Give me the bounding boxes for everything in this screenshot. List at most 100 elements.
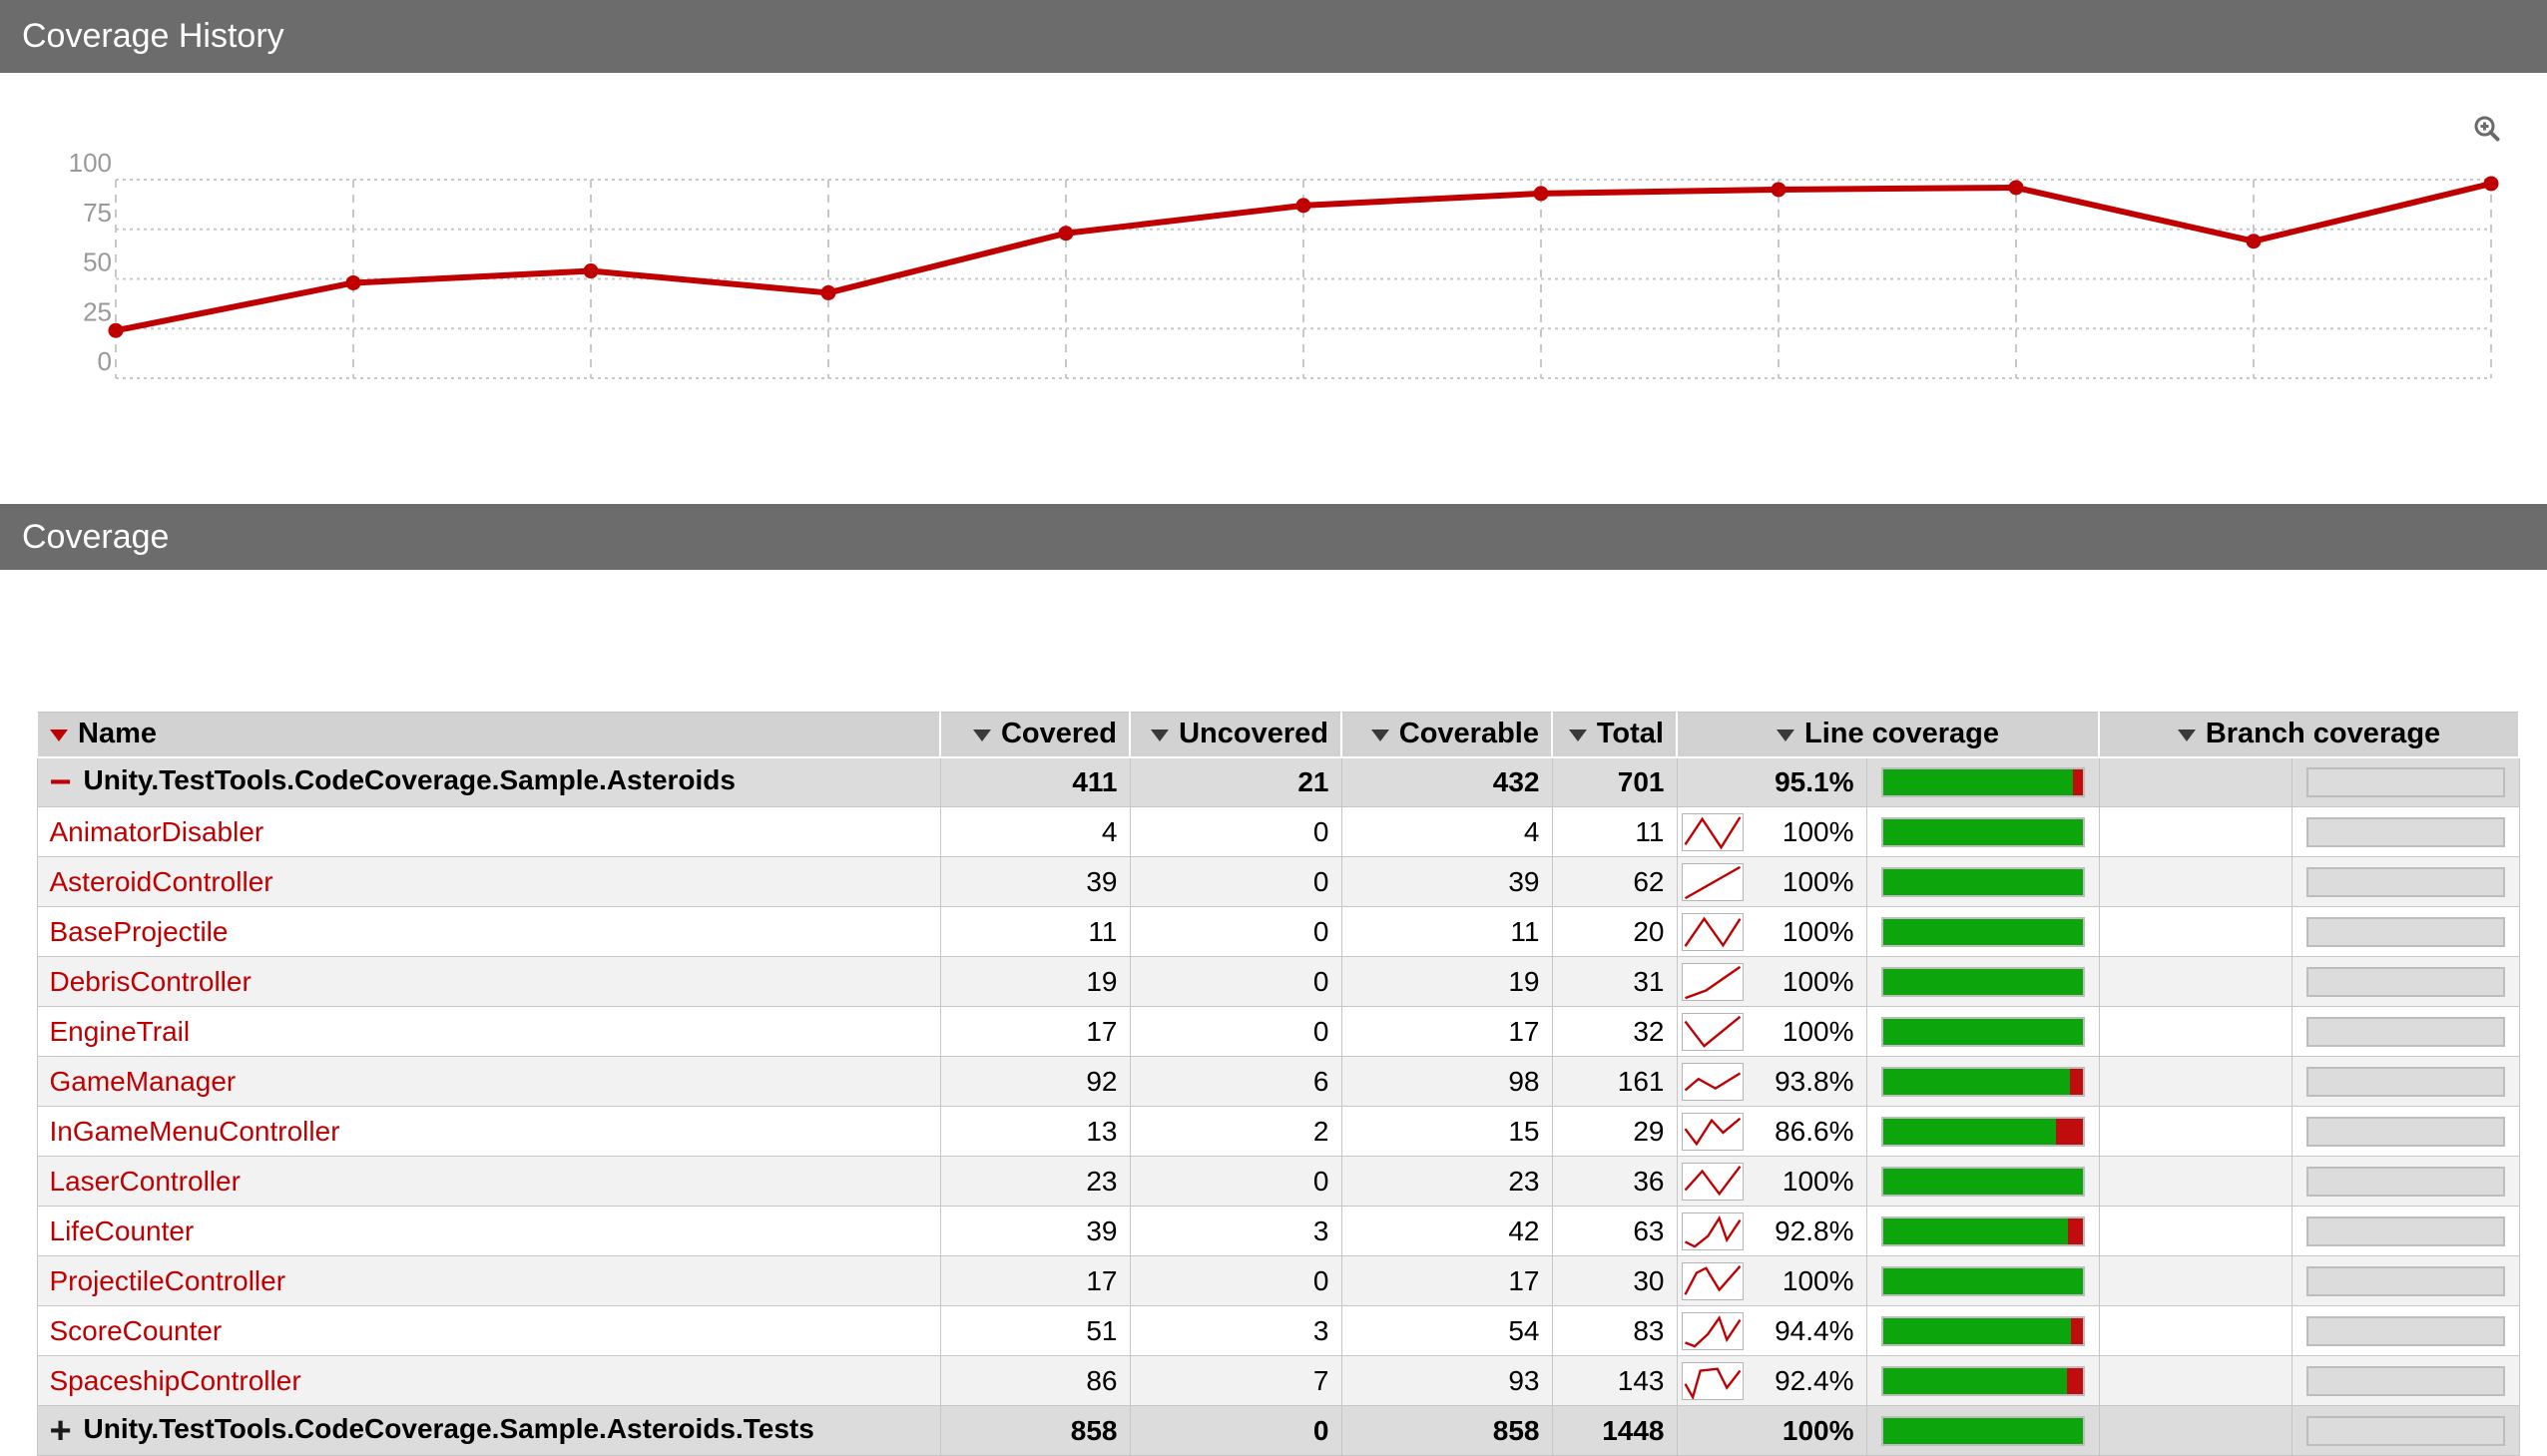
class-link[interactable]: ScoreCounter <box>50 1315 223 1346</box>
column-header-branch-coverage[interactable]: Branch coverage <box>2098 712 2520 758</box>
cell-coverable: 15 <box>1340 1106 1553 1157</box>
sort-down-icon[interactable] <box>1776 728 1794 741</box>
data-point <box>108 322 124 338</box>
cell-line-coverage-bar <box>1865 1156 2100 1207</box>
class-link[interactable]: AsteroidController <box>50 866 273 897</box>
branch-coverage-bar-empty <box>2305 1215 2505 1246</box>
assembly-name: Unity.TestTools.CodeCoverage.Sample.Aste… <box>83 764 736 796</box>
line-coverage-percent: 100% <box>1782 1015 1854 1047</box>
cell-line-coverage-bar <box>1865 806 2100 857</box>
sort-down-icon[interactable] <box>2177 728 2196 741</box>
column-header-covered[interactable]: Covered <box>939 712 1131 758</box>
cell-branch-coverage-bar <box>2291 906 2520 957</box>
y-axis-tick-label: 50 <box>83 247 112 277</box>
covered-segment <box>1882 1217 2069 1244</box>
class-link[interactable]: BaseProjectile <box>50 916 229 947</box>
covered-segment <box>1882 1317 2072 1344</box>
cell-branch-coverage-percent <box>2098 1355 2292 1406</box>
cell-covered: 4 <box>939 806 1131 857</box>
column-header-uncovered[interactable]: Uncovered <box>1129 712 1342 758</box>
cell-name: BaseProjectile <box>36 906 941 957</box>
cell-coverable: 39 <box>1340 856 1553 907</box>
line-coverage-bar <box>1880 1365 2085 1396</box>
sort-down-icon[interactable] <box>1568 728 1587 741</box>
table-row: + Unity.TestTools.CodeCoverage.Sample.Ast… <box>36 1405 2520 1456</box>
column-header-coverable[interactable]: Coverable <box>1340 712 1553 758</box>
cell-uncovered: 0 <box>1129 1255 1342 1306</box>
branch-coverage-bar-empty <box>2305 1116 2505 1147</box>
expand-assembly-icon[interactable]: + <box>50 1412 84 1450</box>
class-link[interactable]: EngineTrail <box>50 1016 191 1047</box>
cell-branch-coverage-bar <box>2291 1206 2520 1256</box>
cell-total: 20 <box>1551 906 1678 957</box>
cell-coverable: 42 <box>1340 1206 1553 1256</box>
cell-uncovered: 3 <box>1129 1206 1342 1256</box>
class-link[interactable]: LifeCounter <box>50 1215 195 1246</box>
class-link[interactable]: InGameMenuController <box>50 1116 340 1147</box>
cell-branch-coverage-bar <box>2291 1255 2520 1306</box>
cell-line-coverage-percent: 86.6% <box>1676 1106 1867 1157</box>
history-sparkline-icon <box>1681 863 1744 901</box>
cell-total: 36 <box>1551 1156 1678 1207</box>
column-header-line-coverage[interactable]: Line coverage <box>1676 712 2100 758</box>
covered-segment <box>1882 1267 2083 1294</box>
sort-down-icon[interactable] <box>1370 728 1389 741</box>
branch-coverage-bar-empty <box>2305 1315 2505 1346</box>
class-link[interactable]: ProjectileController <box>50 1265 286 1296</box>
data-point <box>2246 234 2262 249</box>
sort-down-icon[interactable] <box>1151 728 1170 741</box>
sort-down-icon[interactable] <box>972 728 991 741</box>
covered-segment <box>1882 918 2083 945</box>
cell-name: InGameMenuController <box>36 1106 941 1157</box>
data-point <box>583 263 599 279</box>
line-coverage-bar <box>1880 1066 2085 1097</box>
covered-segment <box>1882 818 2083 845</box>
history-sparkline-icon <box>1681 1113 1744 1151</box>
covered-segment <box>1882 968 2083 995</box>
cell-total: 62 <box>1551 856 1678 907</box>
cell-line-coverage-percent: 100% <box>1676 1405 1867 1456</box>
class-link[interactable]: AnimatorDisabler <box>50 816 264 847</box>
history-sparkline-icon <box>1681 963 1744 1001</box>
class-link[interactable]: LaserController <box>50 1166 241 1197</box>
data-point <box>345 274 361 290</box>
line-coverage-bar <box>1880 1116 2085 1147</box>
branch-coverage-bar-empty <box>2305 916 2505 947</box>
table-row: BaseProjectile 11 0 11 20 100% <box>36 906 2520 957</box>
class-link[interactable]: DebrisController <box>50 966 252 997</box>
assembly-name: Unity.TestTools.CodeCoverage.Sample.Aste… <box>83 1413 814 1445</box>
y-axis-tick-label: 100 <box>69 148 112 178</box>
column-header-total[interactable]: Total <box>1551 712 1678 758</box>
cell-line-coverage-percent: 95.1% <box>1676 756 1867 807</box>
chart-zoom-icon[interactable] <box>2473 115 2501 143</box>
line-coverage-percent: 100% <box>1782 915 1854 947</box>
cell-total: 701 <box>1551 756 1678 807</box>
branch-coverage-bar-empty <box>2305 1016 2505 1047</box>
column-header-name[interactable]: Name <box>36 712 941 758</box>
cell-line-coverage-percent: 93.8% <box>1676 1056 1867 1107</box>
line-coverage-bar <box>1880 916 2085 947</box>
collapse-assembly-icon[interactable]: − <box>50 763 84 801</box>
covered-segment <box>1882 1118 2056 1145</box>
cell-branch-coverage-bar <box>2291 1106 2520 1157</box>
table-row: InGameMenuController 13 2 15 29 86.6% <box>36 1106 2520 1157</box>
cell-coverable: 54 <box>1340 1305 1553 1356</box>
branch-coverage-bar-empty <box>2305 766 2505 797</box>
cell-covered: 86 <box>939 1355 1131 1406</box>
data-point <box>2483 176 2499 192</box>
sort-down-icon[interactable] <box>50 728 68 741</box>
table-row: − Unity.TestTools.CodeCoverage.Sample.Ast… <box>36 756 2520 807</box>
table-row: AnimatorDisabler 4 0 4 11 100% <box>36 806 2520 857</box>
coverage-history-section-header: Coverage History <box>0 0 2547 73</box>
table-row: DebrisController 19 0 19 31 100% <box>36 956 2520 1007</box>
cell-line-coverage-percent: 92.8% <box>1676 1206 1867 1256</box>
cell-branch-coverage-bar <box>2291 1405 2520 1456</box>
cell-coverable: 432 <box>1340 756 1553 807</box>
class-link[interactable]: SpaceshipController <box>50 1365 301 1396</box>
class-link[interactable]: GameManager <box>50 1066 237 1097</box>
cell-name: AsteroidController <box>36 856 941 907</box>
coverage-title: Coverage <box>22 517 170 556</box>
branch-coverage-bar-empty <box>2305 1166 2505 1197</box>
cell-line-coverage-bar <box>1865 906 2100 957</box>
cell-branch-coverage-percent <box>2098 756 2292 807</box>
